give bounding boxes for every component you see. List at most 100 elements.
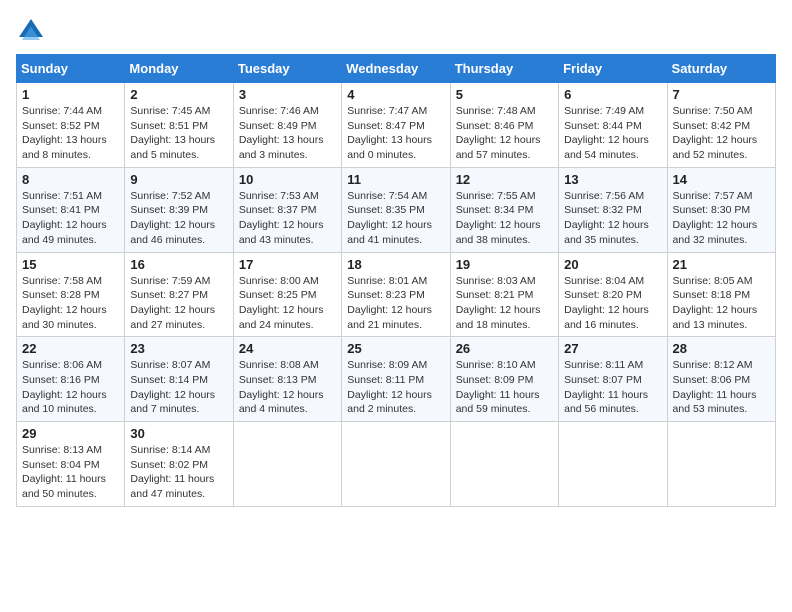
calendar-day-16: 16 Sunrise: 7:59 AM Sunset: 8:27 PM Dayl… — [125, 252, 233, 337]
day-info: Sunrise: 8:09 AM Sunset: 8:11 PM Dayligh… — [347, 358, 444, 417]
calendar-table: SundayMondayTuesdayWednesdayThursdayFrid… — [16, 54, 776, 507]
day-info: Sunrise: 8:05 AM Sunset: 8:18 PM Dayligh… — [673, 274, 770, 333]
day-number: 6 — [564, 87, 661, 102]
weekday-header-wednesday: Wednesday — [342, 55, 450, 83]
day-info: Sunrise: 7:47 AM Sunset: 8:47 PM Dayligh… — [347, 104, 444, 163]
day-info: Sunrise: 8:11 AM Sunset: 8:07 PM Dayligh… — [564, 358, 661, 417]
day-info: Sunrise: 7:56 AM Sunset: 8:32 PM Dayligh… — [564, 189, 661, 248]
day-info: Sunrise: 8:03 AM Sunset: 8:21 PM Dayligh… — [456, 274, 553, 333]
empty-cell — [233, 422, 341, 507]
day-number: 19 — [456, 257, 553, 272]
weekday-header-row: SundayMondayTuesdayWednesdayThursdayFrid… — [17, 55, 776, 83]
day-number: 8 — [22, 172, 119, 187]
day-info: Sunrise: 8:01 AM Sunset: 8:23 PM Dayligh… — [347, 274, 444, 333]
day-number: 25 — [347, 341, 444, 356]
calendar-day-1: 1 Sunrise: 7:44 AM Sunset: 8:52 PM Dayli… — [17, 83, 125, 168]
day-number: 2 — [130, 87, 227, 102]
logo-icon — [16, 16, 46, 46]
day-info: Sunrise: 8:13 AM Sunset: 8:04 PM Dayligh… — [22, 443, 119, 502]
day-info: Sunrise: 8:04 AM Sunset: 8:20 PM Dayligh… — [564, 274, 661, 333]
empty-cell — [342, 422, 450, 507]
day-info: Sunrise: 8:00 AM Sunset: 8:25 PM Dayligh… — [239, 274, 336, 333]
weekday-header-monday: Monday — [125, 55, 233, 83]
calendar-day-28: 28 Sunrise: 8:12 AM Sunset: 8:06 PM Dayl… — [667, 337, 775, 422]
calendar-day-11: 11 Sunrise: 7:54 AM Sunset: 8:35 PM Dayl… — [342, 167, 450, 252]
day-number: 17 — [239, 257, 336, 272]
day-info: Sunrise: 7:59 AM Sunset: 8:27 PM Dayligh… — [130, 274, 227, 333]
day-info: Sunrise: 8:07 AM Sunset: 8:14 PM Dayligh… — [130, 358, 227, 417]
weekday-header-saturday: Saturday — [667, 55, 775, 83]
calendar-week-3: 15 Sunrise: 7:58 AM Sunset: 8:28 PM Dayl… — [17, 252, 776, 337]
day-info: Sunrise: 7:48 AM Sunset: 8:46 PM Dayligh… — [456, 104, 553, 163]
calendar-day-30: 30 Sunrise: 8:14 AM Sunset: 8:02 PM Dayl… — [125, 422, 233, 507]
calendar-day-23: 23 Sunrise: 8:07 AM Sunset: 8:14 PM Dayl… — [125, 337, 233, 422]
day-number: 15 — [22, 257, 119, 272]
day-info: Sunrise: 8:10 AM Sunset: 8:09 PM Dayligh… — [456, 358, 553, 417]
calendar-day-27: 27 Sunrise: 8:11 AM Sunset: 8:07 PM Dayl… — [559, 337, 667, 422]
calendar-week-4: 22 Sunrise: 8:06 AM Sunset: 8:16 PM Dayl… — [17, 337, 776, 422]
day-info: Sunrise: 8:08 AM Sunset: 8:13 PM Dayligh… — [239, 358, 336, 417]
day-number: 26 — [456, 341, 553, 356]
day-number: 13 — [564, 172, 661, 187]
day-info: Sunrise: 7:54 AM Sunset: 8:35 PM Dayligh… — [347, 189, 444, 248]
day-number: 5 — [456, 87, 553, 102]
day-info: Sunrise: 7:46 AM Sunset: 8:49 PM Dayligh… — [239, 104, 336, 163]
calendar-day-18: 18 Sunrise: 8:01 AM Sunset: 8:23 PM Dayl… — [342, 252, 450, 337]
calendar-week-2: 8 Sunrise: 7:51 AM Sunset: 8:41 PM Dayli… — [17, 167, 776, 252]
day-number: 28 — [673, 341, 770, 356]
day-number: 14 — [673, 172, 770, 187]
calendar-week-5: 29 Sunrise: 8:13 AM Sunset: 8:04 PM Dayl… — [17, 422, 776, 507]
day-info: Sunrise: 8:06 AM Sunset: 8:16 PM Dayligh… — [22, 358, 119, 417]
day-number: 22 — [22, 341, 119, 356]
day-number: 9 — [130, 172, 227, 187]
day-number: 24 — [239, 341, 336, 356]
day-info: Sunrise: 7:58 AM Sunset: 8:28 PM Dayligh… — [22, 274, 119, 333]
day-info: Sunrise: 7:53 AM Sunset: 8:37 PM Dayligh… — [239, 189, 336, 248]
calendar-day-19: 19 Sunrise: 8:03 AM Sunset: 8:21 PM Dayl… — [450, 252, 558, 337]
calendar-day-13: 13 Sunrise: 7:56 AM Sunset: 8:32 PM Dayl… — [559, 167, 667, 252]
day-info: Sunrise: 8:14 AM Sunset: 8:02 PM Dayligh… — [130, 443, 227, 502]
day-info: Sunrise: 7:44 AM Sunset: 8:52 PM Dayligh… — [22, 104, 119, 163]
calendar-day-5: 5 Sunrise: 7:48 AM Sunset: 8:46 PM Dayli… — [450, 83, 558, 168]
calendar-day-24: 24 Sunrise: 8:08 AM Sunset: 8:13 PM Dayl… — [233, 337, 341, 422]
day-info: Sunrise: 7:49 AM Sunset: 8:44 PM Dayligh… — [564, 104, 661, 163]
day-info: Sunrise: 7:55 AM Sunset: 8:34 PM Dayligh… — [456, 189, 553, 248]
calendar-day-21: 21 Sunrise: 8:05 AM Sunset: 8:18 PM Dayl… — [667, 252, 775, 337]
day-number: 4 — [347, 87, 444, 102]
day-number: 1 — [22, 87, 119, 102]
day-number: 16 — [130, 257, 227, 272]
calendar-day-29: 29 Sunrise: 8:13 AM Sunset: 8:04 PM Dayl… — [17, 422, 125, 507]
day-info: Sunrise: 7:52 AM Sunset: 8:39 PM Dayligh… — [130, 189, 227, 248]
day-number: 3 — [239, 87, 336, 102]
empty-cell — [559, 422, 667, 507]
calendar-day-7: 7 Sunrise: 7:50 AM Sunset: 8:42 PM Dayli… — [667, 83, 775, 168]
weekday-header-friday: Friday — [559, 55, 667, 83]
calendar-week-1: 1 Sunrise: 7:44 AM Sunset: 8:52 PM Dayli… — [17, 83, 776, 168]
calendar-day-4: 4 Sunrise: 7:47 AM Sunset: 8:47 PM Dayli… — [342, 83, 450, 168]
calendar-day-2: 2 Sunrise: 7:45 AM Sunset: 8:51 PM Dayli… — [125, 83, 233, 168]
day-number: 23 — [130, 341, 227, 356]
day-info: Sunrise: 8:12 AM Sunset: 8:06 PM Dayligh… — [673, 358, 770, 417]
day-info: Sunrise: 7:50 AM Sunset: 8:42 PM Dayligh… — [673, 104, 770, 163]
calendar-day-25: 25 Sunrise: 8:09 AM Sunset: 8:11 PM Dayl… — [342, 337, 450, 422]
calendar-day-17: 17 Sunrise: 8:00 AM Sunset: 8:25 PM Dayl… — [233, 252, 341, 337]
day-number: 29 — [22, 426, 119, 441]
day-number: 18 — [347, 257, 444, 272]
calendar-day-20: 20 Sunrise: 8:04 AM Sunset: 8:20 PM Dayl… — [559, 252, 667, 337]
empty-cell — [450, 422, 558, 507]
day-info: Sunrise: 7:51 AM Sunset: 8:41 PM Dayligh… — [22, 189, 119, 248]
weekday-header-thursday: Thursday — [450, 55, 558, 83]
day-number: 7 — [673, 87, 770, 102]
calendar-day-8: 8 Sunrise: 7:51 AM Sunset: 8:41 PM Dayli… — [17, 167, 125, 252]
day-number: 11 — [347, 172, 444, 187]
header — [16, 16, 776, 46]
calendar-day-14: 14 Sunrise: 7:57 AM Sunset: 8:30 PM Dayl… — [667, 167, 775, 252]
day-info: Sunrise: 7:45 AM Sunset: 8:51 PM Dayligh… — [130, 104, 227, 163]
day-number: 12 — [456, 172, 553, 187]
calendar-day-12: 12 Sunrise: 7:55 AM Sunset: 8:34 PM Dayl… — [450, 167, 558, 252]
calendar-day-10: 10 Sunrise: 7:53 AM Sunset: 8:37 PM Dayl… — [233, 167, 341, 252]
day-number: 20 — [564, 257, 661, 272]
weekday-header-tuesday: Tuesday — [233, 55, 341, 83]
weekday-header-sunday: Sunday — [17, 55, 125, 83]
empty-cell — [667, 422, 775, 507]
